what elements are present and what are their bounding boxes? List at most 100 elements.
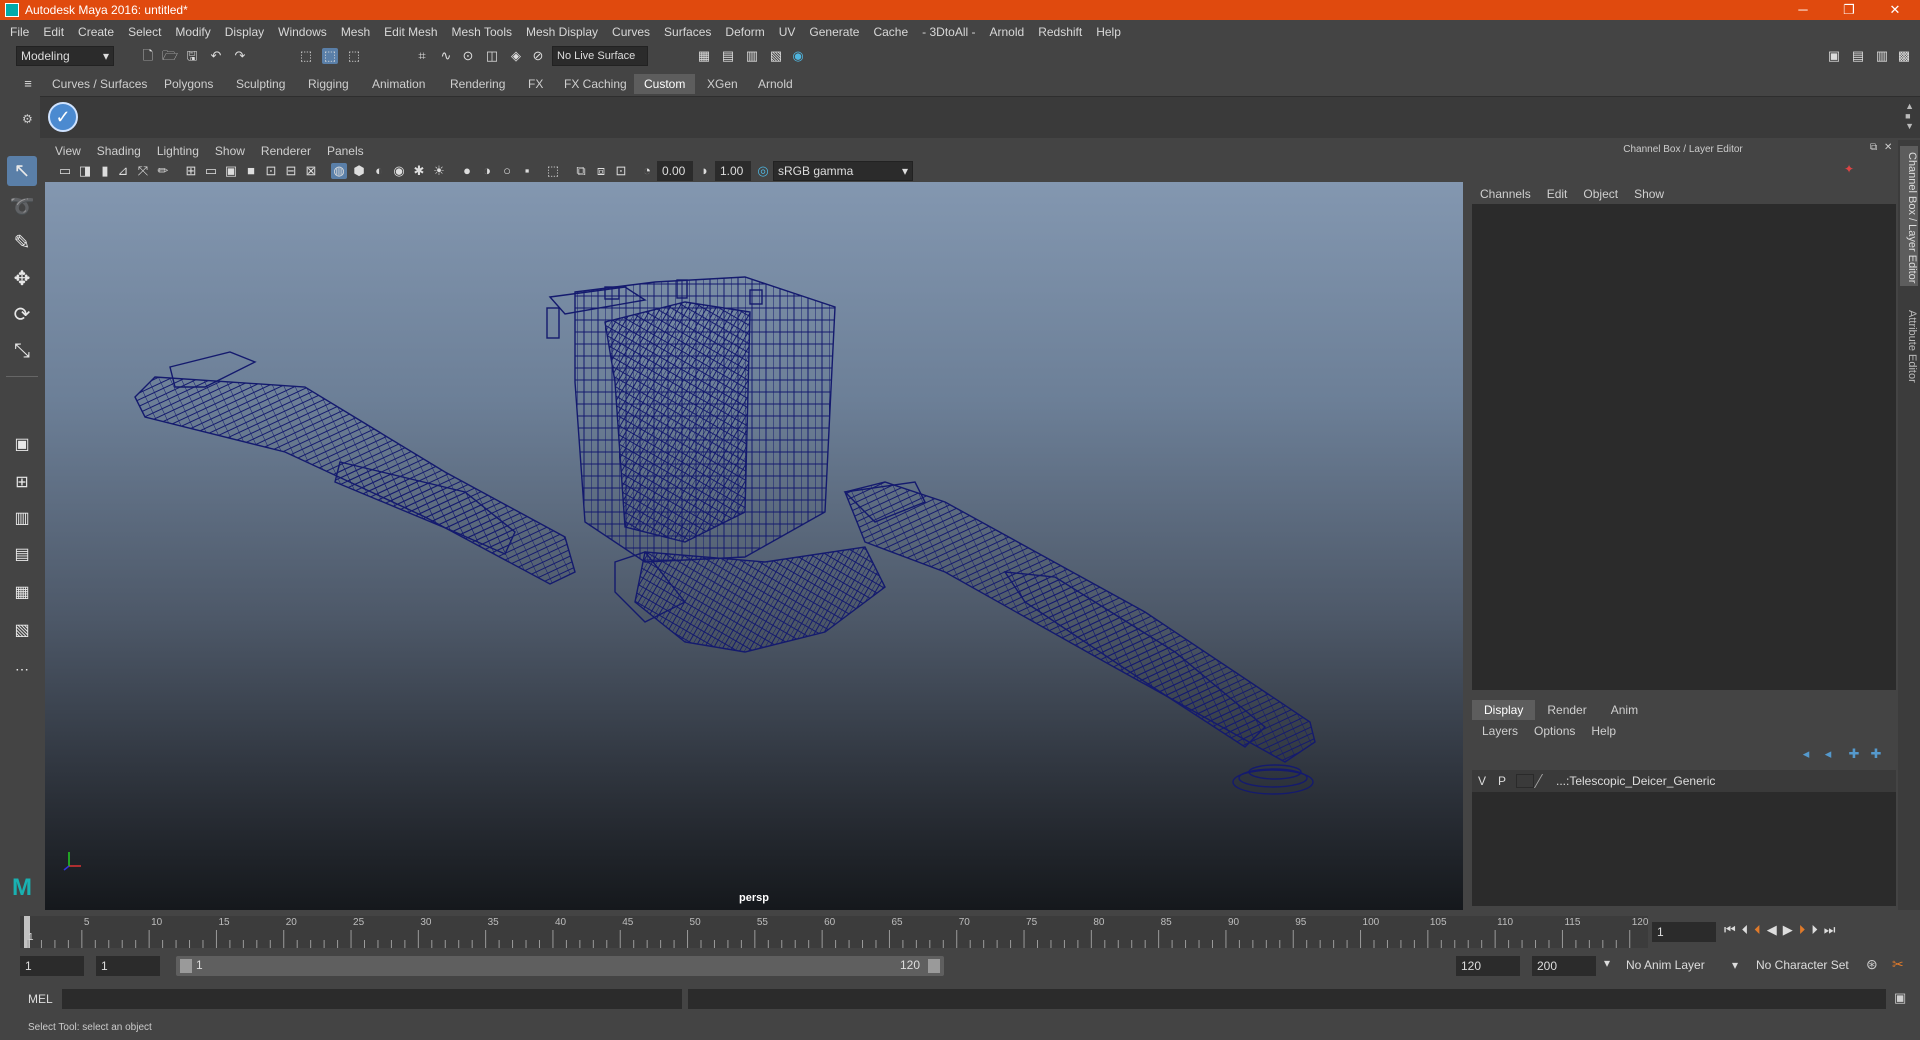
viewport-menu-lighting[interactable]: Lighting: [157, 144, 199, 158]
menu-mesh-display[interactable]: Mesh Display: [526, 25, 598, 39]
more-layouts-icon[interactable]: ⋯: [7, 654, 37, 684]
film-gate-icon[interactable]: ▭: [203, 163, 219, 179]
menu-uv[interactable]: UV: [779, 25, 796, 39]
camera-attributes-icon[interactable]: ◨: [77, 163, 93, 179]
tab-polygons[interactable]: Polygons: [154, 74, 223, 94]
motion-blur-icon[interactable]: ◑: [479, 163, 495, 179]
checkmark-icon[interactable]: ✓: [48, 102, 78, 132]
tab-fx[interactable]: FX: [518, 74, 553, 94]
two-d-pan-zoom-icon[interactable]: ⤧: [135, 163, 151, 179]
safe-action-icon[interactable]: ⊟: [283, 163, 299, 179]
step-back-frame-icon[interactable]: ⏴: [1754, 922, 1761, 942]
bookmark-icon[interactable]: ▮: [97, 163, 113, 179]
tab-curves-surfaces[interactable]: Curves / Surfaces: [42, 74, 157, 94]
camera-icon[interactable]: ▭: [57, 163, 73, 179]
live-surface-field[interactable]: No Live Surface: [552, 46, 648, 66]
snap-surface-icon[interactable]: ◈: [508, 48, 524, 64]
go-to-start-icon[interactable]: ⏮: [1724, 922, 1736, 942]
shelf-scroll-icon[interactable]: ▲ ■ ▼: [1905, 101, 1914, 131]
use-all-lights-icon[interactable]: ✱: [411, 163, 427, 179]
toggle-tool-settings-icon[interactable]: ▩: [1896, 48, 1912, 64]
menu-3dtoall[interactable]: - 3DtoAll -: [922, 25, 975, 39]
snap-grid-icon[interactable]: ⌗: [414, 48, 430, 64]
layer-type-toggle[interactable]: [1516, 774, 1534, 788]
menu-select[interactable]: Select: [128, 25, 161, 39]
layer-visibility-toggle[interactable]: V: [1472, 774, 1492, 788]
tab-render[interactable]: Render: [1535, 700, 1598, 720]
animation-end-field[interactable]: 200: [1532, 956, 1596, 976]
menu-display[interactable]: Display: [225, 25, 264, 39]
menu-generate[interactable]: Generate: [809, 25, 859, 39]
x-ray-joints-icon[interactable]: ⧈: [593, 163, 609, 179]
ambient-occlusion-icon[interactable]: ●: [459, 163, 475, 179]
select-by-object-icon[interactable]: ⬚: [322, 48, 338, 64]
grease-pencil-icon[interactable]: ✏: [155, 163, 171, 179]
shadows-icon[interactable]: ☀: [431, 163, 447, 179]
menu-arnold[interactable]: Arnold: [990, 25, 1025, 39]
hypershade-icon[interactable]: ▧: [768, 48, 784, 64]
auto-key-icon[interactable]: ⊛: [1866, 956, 1878, 973]
shelf-menu-icon[interactable]: ≡: [20, 76, 36, 92]
select-by-hierarchy-icon[interactable]: ⬚: [298, 48, 314, 64]
tab-display[interactable]: Display: [1472, 700, 1536, 720]
step-forward-frame-icon[interactable]: ⏵: [1799, 922, 1806, 942]
smooth-shade-icon[interactable]: ⬢: [351, 163, 367, 179]
color-management-icon[interactable]: ◎: [755, 163, 771, 179]
step-forward-key-icon[interactable]: ⏵: [1811, 922, 1818, 942]
animation-start-field[interactable]: 1: [20, 956, 84, 976]
side-tab-channel-box[interactable]: Channel Box / Layer Editor: [1900, 146, 1918, 286]
anti-aliasing-icon[interactable]: ○: [499, 163, 515, 179]
tab-fx-caching[interactable]: FX Caching: [554, 74, 637, 94]
menu-surfaces[interactable]: Surfaces: [664, 25, 711, 39]
range-slider-end-handle[interactable]: [928, 959, 940, 973]
menu-create[interactable]: Create: [78, 25, 114, 39]
resolution-gate-icon[interactable]: ▣: [223, 163, 239, 179]
lasso-tool-icon[interactable]: ➰: [7, 192, 37, 222]
viewport-menu-shading[interactable]: Shading: [97, 144, 141, 158]
move-layer-up-icon[interactable]: ◂: [1798, 746, 1814, 762]
use-default-material-icon[interactable]: ◐: [371, 163, 387, 179]
shelf-settings-icon[interactable]: ⚙: [22, 112, 33, 126]
uv-editor-layout-icon[interactable]: ▧: [7, 616, 37, 646]
script-editor-icon[interactable]: ▣: [1894, 990, 1906, 1006]
render-frame-icon[interactable]: ▦: [696, 48, 712, 64]
menu-edit-mesh[interactable]: Edit Mesh: [384, 25, 437, 39]
animation-preferences-icon[interactable]: ✂: [1892, 956, 1904, 973]
menu-set-dropdown[interactable]: Modeling ▾: [16, 46, 114, 66]
side-tab-attribute-editor[interactable]: Attribute Editor: [1900, 310, 1918, 400]
isolate-select-icon[interactable]: ⬚: [545, 163, 561, 179]
safe-title-icon[interactable]: ⊠: [303, 163, 319, 179]
gate-mask-icon[interactable]: ■: [243, 163, 259, 179]
go-to-end-icon[interactable]: ⏭: [1824, 922, 1836, 942]
x-ray-components-icon[interactable]: ⊡: [613, 163, 629, 179]
close-panel-icon[interactable]: ✕: [1884, 142, 1892, 153]
range-slider-start-handle[interactable]: [180, 959, 192, 973]
image-plane-icon[interactable]: ⊿: [115, 163, 131, 179]
viewport-menu-show[interactable]: Show: [215, 144, 245, 158]
menu-curves[interactable]: Curves: [612, 25, 650, 39]
cb-menu-show[interactable]: Show: [1634, 187, 1664, 201]
move-tool-icon[interactable]: ✥: [7, 264, 37, 294]
close-button[interactable]: ✕: [1872, 0, 1918, 20]
tab-rendering[interactable]: Rendering: [440, 74, 515, 94]
field-chart-icon[interactable]: ⊡: [263, 163, 279, 179]
menu-edit[interactable]: Edit: [43, 25, 64, 39]
le-menu-layers[interactable]: Layers: [1482, 724, 1518, 738]
persp-graph-layout-icon[interactable]: ▤: [7, 540, 37, 570]
workspace-icon[interactable]: ▣: [1826, 48, 1842, 64]
gamma-field[interactable]: 1.00: [715, 161, 751, 181]
cb-menu-object[interactable]: Object: [1583, 187, 1618, 201]
depth-of-field-icon[interactable]: ▪: [519, 163, 535, 179]
tab-custom[interactable]: Custom: [634, 74, 696, 94]
single-perspective-layout-icon[interactable]: ▣: [7, 430, 37, 460]
viewport-persp[interactable]: persp: [45, 182, 1463, 910]
channel-box-options-icon[interactable]: ✦: [1844, 162, 1854, 176]
new-scene-icon[interactable]: 🗋: [140, 48, 156, 64]
menu-file[interactable]: File: [10, 25, 29, 39]
layer-row[interactable]: V P ...:Telescopic_Deicer_Generic: [1472, 770, 1896, 792]
move-layer-down-icon[interactable]: ◂: [1820, 746, 1836, 762]
toggle-attribute-editor-icon[interactable]: ▥: [1874, 48, 1890, 64]
float-panel-icon[interactable]: ⧉: [1870, 142, 1877, 153]
make-live-icon[interactable]: ⊘: [530, 48, 546, 64]
layer-color-swatch[interactable]: [1533, 774, 1557, 788]
